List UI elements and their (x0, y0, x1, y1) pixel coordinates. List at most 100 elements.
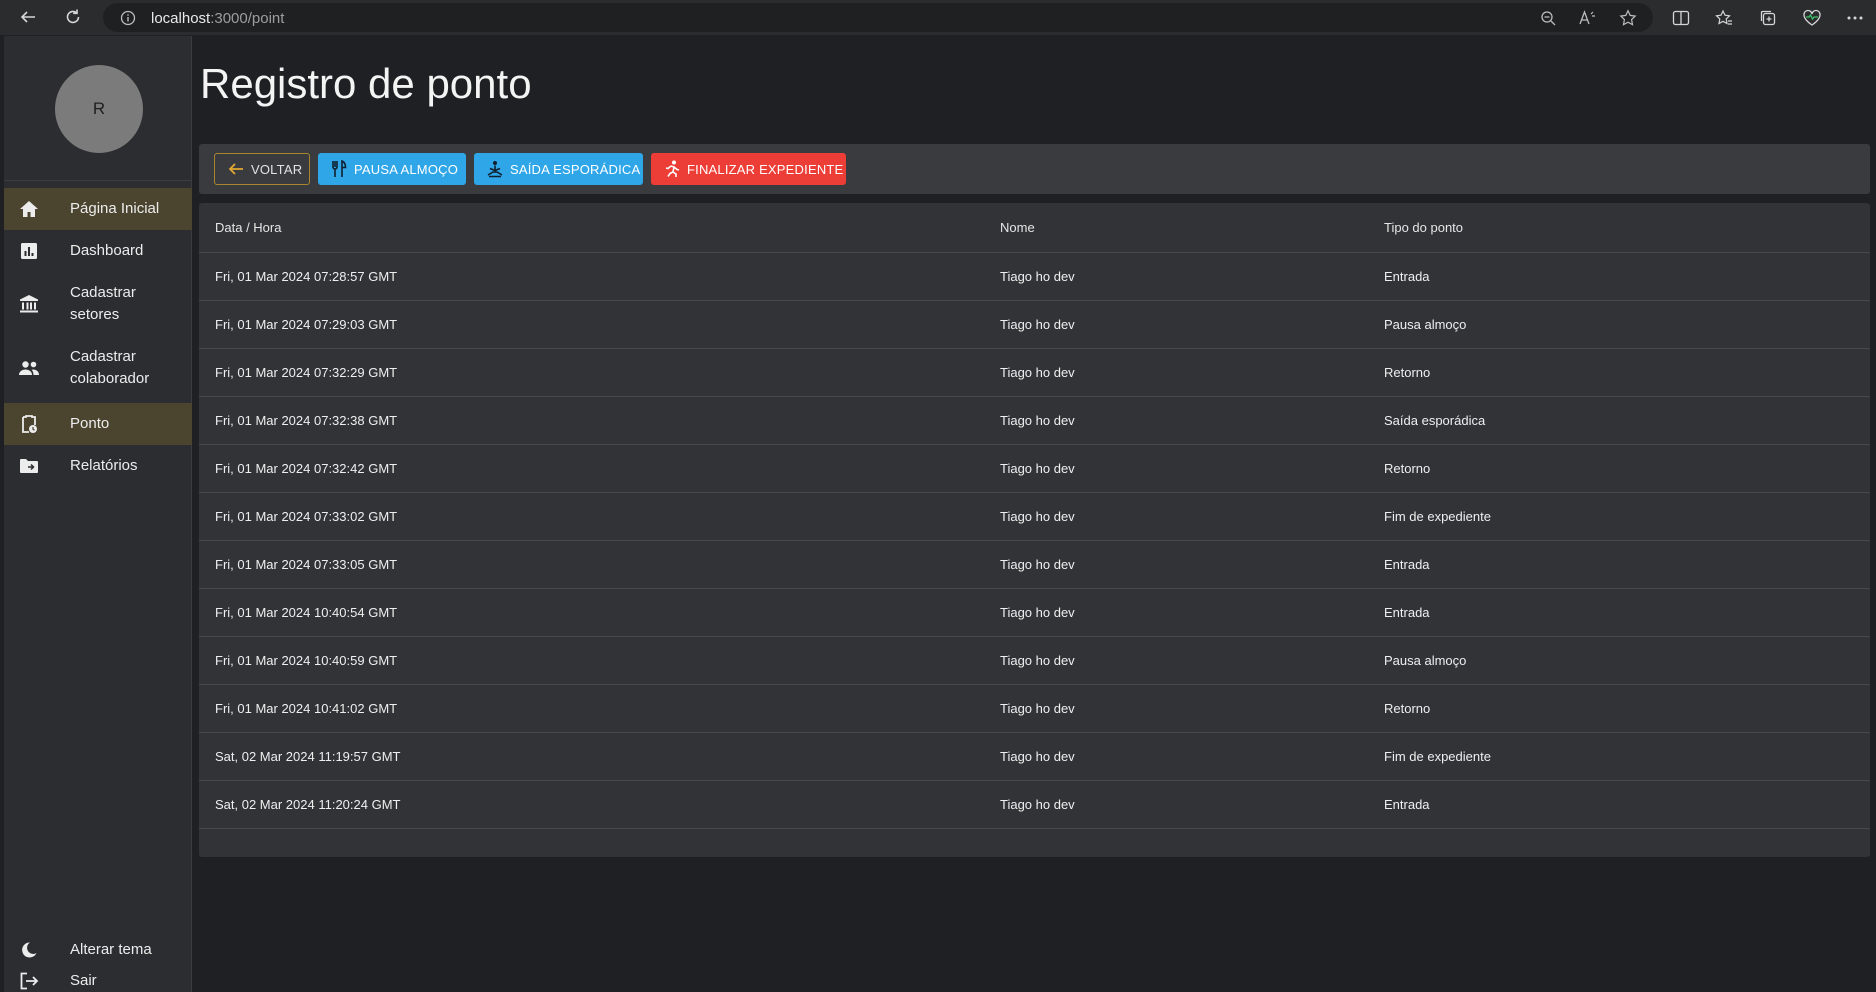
sidebar-divider (4, 180, 192, 181)
address-bar[interactable]: localhost:3000/point (103, 3, 1653, 32)
sidebar-item-theme[interactable]: Alterar tema (4, 929, 192, 971)
finish-workday-button[interactable]: FINALIZAR EXPEDIENTE (651, 153, 846, 185)
cell-type: Retorno (1384, 365, 1431, 380)
table-row[interactable]: Sat, 02 Mar 2024 11:20:24 GMT Tiago ho d… (199, 781, 1870, 829)
cell-datetime: Sat, 02 Mar 2024 11:20:24 GMT (215, 797, 401, 812)
cell-type: Entrada (1384, 557, 1430, 572)
sidebar-item-dashboard[interactable]: Dashboard (4, 230, 192, 272)
table-row[interactable]: Fri, 01 Mar 2024 10:41:02 GMT Tiago ho d… (199, 685, 1870, 733)
sidebar-item-sectors[interactable]: Cadastrar setores (4, 272, 192, 336)
arrow-left-icon (227, 160, 245, 178)
cell-type: Retorno (1384, 461, 1431, 476)
cell-type: Saída esporádica (1384, 413, 1486, 428)
favorites-icon[interactable] (1712, 6, 1736, 30)
cell-name: Tiago ho dev (1000, 701, 1075, 716)
moon-icon (18, 939, 40, 961)
cell-datetime: Fri, 01 Mar 2024 10:41:02 GMT (215, 701, 398, 716)
more-menu-icon[interactable] (1843, 6, 1867, 30)
table-row[interactable]: Fri, 01 Mar 2024 07:29:03 GMT Tiago ho d… (199, 301, 1870, 349)
cell-name: Tiago ho dev (1000, 461, 1075, 476)
browser-essentials-icon[interactable] (1800, 6, 1824, 30)
lunch-break-button[interactable]: PAUSA ALMOÇO (318, 153, 466, 185)
cell-type: Fim de expediente (1384, 509, 1491, 524)
table-row[interactable]: Fri, 01 Mar 2024 07:32:38 GMT Tiago ho d… (199, 397, 1870, 445)
table-row[interactable]: Fri, 01 Mar 2024 07:32:42 GMT Tiago ho d… (199, 445, 1870, 493)
sidebar-item-home[interactable]: Página Inicial (4, 188, 192, 230)
cell-datetime: Fri, 01 Mar 2024 07:29:03 GMT (215, 317, 398, 332)
table-row[interactable]: Fri, 01 Mar 2024 07:32:29 GMT Tiago ho d… (199, 349, 1870, 397)
cell-type: Entrada (1384, 797, 1430, 812)
sidebar-item-label: Relatórios (70, 457, 138, 474)
back-button[interactable]: VOLTAR (214, 153, 310, 185)
table-row[interactable]: Fri, 01 Mar 2024 07:33:02 GMT Tiago ho d… (199, 493, 1870, 541)
sidebar-item-reports[interactable]: Relatórios (4, 445, 192, 487)
sporadic-exit-label: SAÍDA ESPORÁDICA (510, 161, 641, 177)
column-header-datetime[interactable]: Data / Hora (215, 220, 281, 235)
cell-name: Tiago ho dev (1000, 653, 1075, 668)
page-title: Registro de ponto (200, 60, 532, 107)
lunch-break-label: PAUSA ALMOÇO (354, 161, 459, 177)
cell-type: Retorno (1384, 701, 1431, 716)
cell-name: Tiago ho dev (1000, 317, 1075, 332)
cell-type: Entrada (1384, 269, 1430, 284)
sidebar-item-label: Dashboard (70, 242, 144, 259)
chart-icon (18, 240, 40, 262)
table-row[interactable]: Sat, 02 Mar 2024 11:19:57 GMT Tiago ho d… (199, 733, 1870, 781)
back-button-label: VOLTAR (251, 161, 303, 177)
read-aloud-icon[interactable] (1577, 7, 1599, 29)
cell-name: Tiago ho dev (1000, 413, 1075, 428)
sidebar-item-collaborator[interactable]: Cadastrar colaborador (4, 336, 192, 400)
column-header-name[interactable]: Nome (1000, 220, 1035, 235)
cell-datetime: Fri, 01 Mar 2024 07:32:29 GMT (215, 365, 398, 380)
back-arrow-icon[interactable] (15, 4, 41, 30)
table-header: Data / Hora Nome Tipo do ponto (199, 203, 1870, 253)
url-text: localhost:3000/point (151, 10, 285, 27)
clipboard-clock-icon (18, 413, 40, 435)
table-row[interactable]: Fri, 01 Mar 2024 10:40:59 GMT Tiago ho d… (199, 637, 1870, 685)
table-row[interactable]: Fri, 01 Mar 2024 07:33:05 GMT Tiago ho d… (199, 541, 1870, 589)
favorite-star-icon[interactable] (1617, 7, 1639, 29)
cell-datetime: Sat, 02 Mar 2024 11:19:57 GMT (215, 749, 401, 764)
sidebar: R Página Inicial Dashboard Cadastrar set… (4, 36, 192, 992)
cell-datetime: Fri, 01 Mar 2024 07:33:02 GMT (215, 509, 398, 524)
column-header-type[interactable]: Tipo do ponto (1384, 220, 1463, 235)
sidebar-item-label: Ponto (70, 415, 110, 432)
split-screen-icon[interactable] (1669, 6, 1693, 30)
sidebar-item-label: Cadastrar setores (70, 284, 136, 323)
logout-icon (18, 970, 40, 992)
cell-type: Fim de expediente (1384, 749, 1491, 764)
cell-type: Pausa almoço (1384, 317, 1467, 332)
cell-datetime: Fri, 01 Mar 2024 07:33:05 GMT (215, 557, 398, 572)
avatar-initial: R (92, 99, 106, 118)
cell-name: Tiago ho dev (1000, 797, 1075, 812)
cell-name: Tiago ho dev (1000, 605, 1075, 620)
cell-type: Entrada (1384, 605, 1430, 620)
reload-icon[interactable] (60, 4, 86, 30)
cell-name: Tiago ho dev (1000, 749, 1075, 764)
sidebar-item-point[interactable]: Ponto (4, 403, 192, 445)
sidebar-item-logout[interactable]: Sair (4, 971, 192, 992)
table-row[interactable]: Fri, 01 Mar 2024 07:28:57 GMT Tiago ho d… (199, 253, 1870, 301)
cell-datetime: Fri, 01 Mar 2024 10:40:54 GMT (215, 605, 398, 620)
cell-datetime: Fri, 01 Mar 2024 10:40:59 GMT (215, 653, 398, 668)
cell-name: Tiago ho dev (1000, 365, 1075, 380)
finish-workday-label: FINALIZAR EXPEDIENTE (687, 161, 844, 177)
home-icon (18, 198, 40, 220)
action-toolbar: VOLTAR PAUSA ALMOÇO SAÍDA ESPORÁDICA FIN… (199, 144, 1870, 194)
cutlery-icon (330, 160, 348, 178)
site-info-icon[interactable] (117, 7, 139, 29)
sporadic-exit-button[interactable]: SAÍDA ESPORÁDICA (474, 153, 643, 185)
avatar[interactable]: R (55, 65, 143, 153)
bank-icon (18, 293, 40, 315)
zoom-out-icon[interactable] (1537, 7, 1559, 29)
running-person-icon (663, 160, 681, 178)
folder-icon (18, 455, 40, 477)
meditation-icon (486, 160, 504, 178)
people-icon (18, 357, 40, 379)
sidebar-item-label: Alterar tema (70, 941, 152, 958)
cell-datetime: Fri, 01 Mar 2024 07:28:57 GMT (215, 269, 398, 284)
collections-icon[interactable] (1756, 6, 1780, 30)
sidebar-item-label: Cadastrar colaborador (70, 348, 150, 387)
table-row[interactable]: Fri, 01 Mar 2024 10:40:54 GMT Tiago ho d… (199, 589, 1870, 637)
sidebar-item-label: Sair (70, 972, 97, 989)
